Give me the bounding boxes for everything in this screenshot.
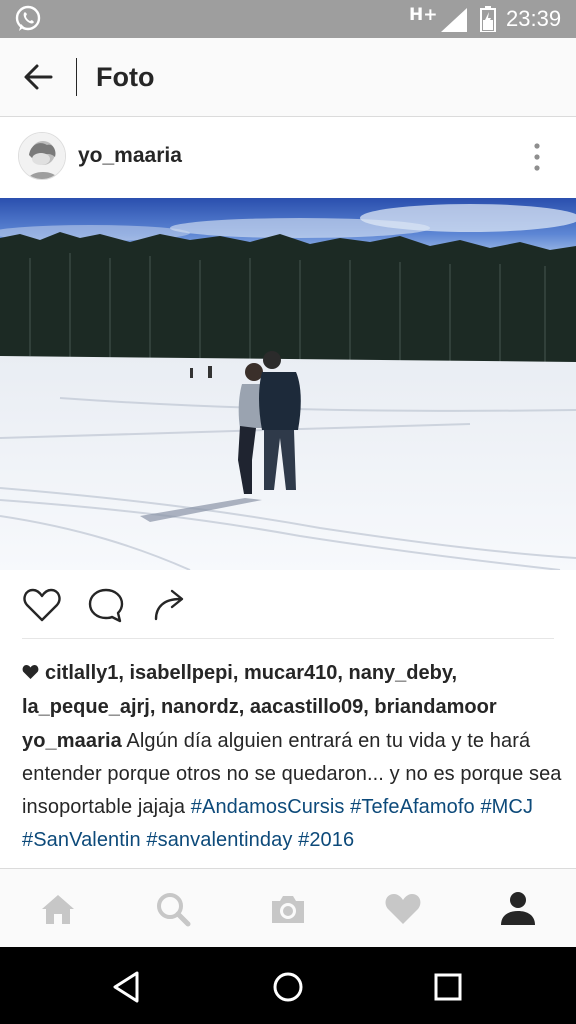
signal-icon [441,8,467,32]
likes-line-2: la_peque_ajrj, nanordz, aacastillo09, br… [22,696,497,718]
home-icon[interactable] [38,889,78,929]
post-photo[interactable] [0,198,576,570]
post-header: yo_maaria [0,117,576,197]
page-title: Foto [96,62,155,92]
caption-username[interactable]: yo_maaria [22,730,122,752]
status-bar: H+ 23:39 [0,0,576,38]
system-nav-bar [0,947,576,1024]
actions-divider [22,638,554,639]
avatar[interactable] [18,132,66,180]
hashtag[interactable]: #MCJ [480,796,533,818]
camera-icon[interactable] [268,889,308,929]
couple-figure [238,351,301,494]
likes-line-1: citlally1, isabellpepi, mucar410, nany_d… [22,656,562,690]
post-actions [0,570,576,638]
avatar-image [19,133,65,179]
likes-line-1-text: citlally1, isabellpepi, mucar410, nany_d… [45,662,458,684]
post-caption: yo_maaria Algún día alguien entrará en t… [22,725,562,857]
heart-outline-icon[interactable] [22,585,62,625]
clock: 23:39 [506,6,562,31]
comment-bubble-icon[interactable] [86,585,126,625]
likes-list[interactable]: citlally1, isabellpepi, mucar410, nany_d… [22,656,562,724]
bottom-tab-bar [0,868,576,948]
hashtag[interactable]: #SanValentin [22,829,141,851]
vertical-dots-icon[interactable] [524,141,550,173]
recents-square-icon[interactable] [428,967,468,1007]
hashtag[interactable]: #TefeAfamofo [350,796,475,818]
share-arrow-icon[interactable] [150,585,190,625]
hashtag[interactable]: #sanvalentinday [146,829,292,851]
heart-filled-icon [22,665,39,679]
app-header: Foto [0,38,576,117]
heart-icon[interactable] [383,889,423,929]
battery-icon [480,6,496,32]
arrow-left-icon[interactable] [20,58,58,96]
network-type: H+ [409,5,438,25]
home-circle-icon[interactable] [268,967,308,1007]
post-username[interactable]: yo_maaria [78,144,182,168]
header-divider [76,58,77,96]
whatsapp-icon [15,5,41,31]
hashtag[interactable]: #2016 [298,829,354,851]
back-triangle-icon[interactable] [107,967,147,1007]
hashtag[interactable]: #AndamosCursis [191,796,345,818]
profile-icon[interactable] [498,889,538,929]
search-icon[interactable] [153,889,193,929]
